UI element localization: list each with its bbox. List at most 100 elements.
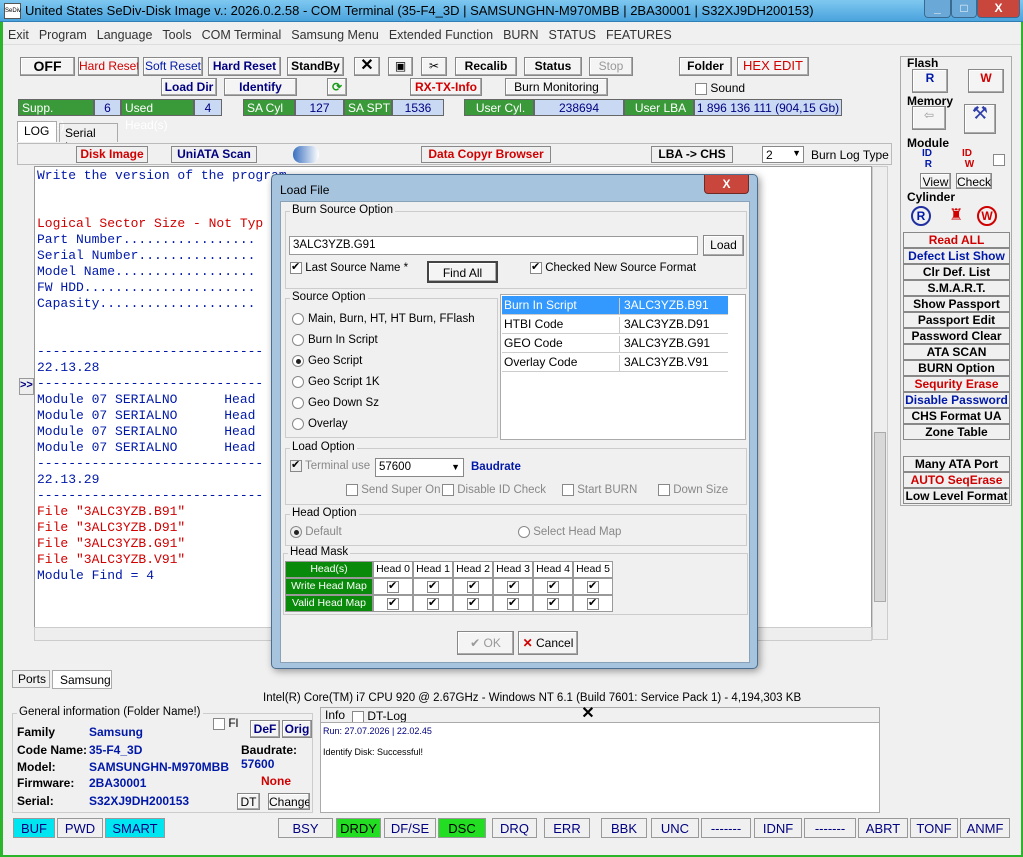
source-radio-4[interactable]: Geo Down Sz bbox=[292, 397, 379, 409]
data-copyr-browser-button[interactable]: Data Copyr Browser bbox=[421, 146, 551, 163]
disk-image-button[interactable]: Disk Image bbox=[76, 146, 148, 163]
head-map-checkbox[interactable] bbox=[427, 579, 439, 594]
head-map-checkbox[interactable] bbox=[547, 579, 559, 594]
right-button-3[interactable]: S.M.A.R.T. bbox=[903, 280, 1010, 296]
tab-ports[interactable]: Ports bbox=[12, 670, 50, 688]
uniata-scan-button[interactable]: UniATA Scan bbox=[171, 146, 257, 163]
refresh-icon[interactable]: ⟳ bbox=[327, 78, 347, 96]
dt-button[interactable]: DT bbox=[237, 793, 260, 810]
right-button2-0[interactable]: Many ATA Port bbox=[903, 456, 1010, 472]
off-button[interactable]: OFF bbox=[20, 57, 75, 76]
scrollbar-thumb[interactable] bbox=[874, 432, 886, 602]
checked-new-format-checkbox[interactable]: Checked New Source Format bbox=[530, 260, 696, 274]
menu-item-8[interactable]: STATUS bbox=[543, 25, 600, 42]
dt-log-checkbox[interactable]: DT-Log bbox=[352, 709, 407, 723]
head-map-cell[interactable] bbox=[373, 578, 413, 595]
right-button-4[interactable]: Show Passport bbox=[903, 296, 1010, 312]
menu-item-4[interactable]: COM Terminal bbox=[197, 25, 287, 42]
cylinder-read-icon[interactable]: R bbox=[911, 206, 931, 226]
source-radio-5[interactable]: Overlay bbox=[292, 418, 348, 430]
burn-monitoring-button[interactable]: Burn Monitoring bbox=[505, 78, 608, 96]
head-map-cell[interactable] bbox=[373, 595, 413, 612]
close-window-button[interactable]: X bbox=[977, 0, 1020, 18]
menu-item-2[interactable]: Language bbox=[92, 25, 158, 42]
module-write-icon[interactable]: ID W bbox=[962, 148, 974, 170]
head-map-checkbox[interactable] bbox=[387, 579, 399, 594]
hard-reset-button[interactable]: Hard Reset bbox=[208, 57, 281, 76]
right-button-5[interactable]: Passport Edit bbox=[903, 312, 1010, 328]
head-map-checkbox[interactable] bbox=[587, 596, 599, 611]
maximize-button[interactable]: □ bbox=[951, 0, 977, 18]
recalib-button[interactable]: Recalib bbox=[455, 57, 517, 76]
head-map-cell[interactable] bbox=[453, 578, 493, 595]
head-map-cell[interactable] bbox=[493, 595, 533, 612]
right-button-8[interactable]: BURN Option bbox=[903, 360, 1010, 376]
minimize-button[interactable]: _ bbox=[924, 0, 951, 18]
hard-reset-red-button[interactable]: Hard Reset bbox=[78, 57, 139, 76]
head-map-checkbox[interactable] bbox=[587, 579, 599, 594]
head-map-cell[interactable] bbox=[493, 578, 533, 595]
cylinder-erase-icon[interactable]: ♜ bbox=[949, 205, 963, 225]
menu-item-9[interactable]: FEATURES bbox=[601, 25, 677, 42]
file-list-row[interactable]: Overlay Code 3ALC3YZB.V91 bbox=[502, 353, 728, 372]
terminal-use-checkbox[interactable]: Terminal use bbox=[290, 458, 370, 472]
file-list-row[interactable]: HTBI Code 3ALC3YZB.D91 bbox=[502, 315, 728, 334]
fl-checkbox[interactable]: Fl bbox=[213, 716, 238, 730]
source-file-input[interactable]: 3ALC3YZB.G91 bbox=[289, 236, 698, 255]
save-icon[interactable]: ▣ bbox=[388, 57, 413, 76]
right-button-2[interactable]: Clr Def. List bbox=[903, 264, 1010, 280]
file-list-row[interactable]: Burn In Script 3ALC3YZB.B91 bbox=[502, 296, 728, 315]
module-view-button[interactable]: View bbox=[920, 173, 951, 189]
change-button[interactable]: Change bbox=[268, 793, 310, 810]
select-head-map-radio[interactable]: Select Head Map bbox=[518, 526, 621, 538]
module-check-button[interactable]: Check bbox=[956, 173, 992, 189]
file-list-row[interactable]: GEO Code 3ALC3YZB.G91 bbox=[502, 334, 728, 353]
source-file-list[interactable]: Burn In Script 3ALC3YZB.B91 HTBI Code 3ALC3… bbox=[500, 294, 746, 440]
close-icon[interactable]: ✕ bbox=[573, 706, 603, 722]
head-map-cell[interactable] bbox=[413, 595, 453, 612]
right-button-7[interactable]: ATA SCAN bbox=[903, 344, 1010, 360]
source-radio-0[interactable]: Main, Burn, HT, HT Burn, FFlash bbox=[292, 313, 475, 325]
standby-button[interactable]: StandBy bbox=[287, 57, 344, 76]
load-dir-button[interactable]: Load Dir bbox=[161, 78, 217, 96]
baud-select[interactable]: 57600 ▼ bbox=[375, 458, 464, 477]
tab-log[interactable]: LOG bbox=[17, 121, 57, 142]
memory-tools-icon[interactable]: ⚒ bbox=[964, 104, 996, 134]
head-map-checkbox[interactable] bbox=[467, 596, 479, 611]
right-button-11[interactable]: CHS Format UA bbox=[903, 408, 1010, 424]
find-all-button[interactable]: Find All bbox=[427, 261, 498, 283]
right-button-6[interactable]: Password Clear bbox=[903, 328, 1010, 344]
source-radio-1[interactable]: Burn In Script bbox=[292, 334, 378, 346]
memory-arrow-icon[interactable]: ⇦ bbox=[912, 106, 946, 130]
disable-id-check-checkbox[interactable]: Disable ID Check bbox=[442, 484, 546, 496]
head-map-cell[interactable] bbox=[533, 595, 573, 612]
def-button[interactable]: DeF bbox=[250, 720, 280, 738]
right-button2-2[interactable]: Low Level Format bbox=[903, 488, 1010, 504]
folder-button[interactable]: Folder bbox=[679, 57, 732, 76]
ok-button[interactable]: ✔ OK bbox=[457, 631, 514, 655]
head-map-cell[interactable] bbox=[533, 578, 573, 595]
menu-item-1[interactable]: Program bbox=[34, 25, 92, 42]
head-map-cell[interactable] bbox=[573, 595, 613, 612]
log-scrollbar[interactable] bbox=[872, 166, 888, 640]
source-radio-3[interactable]: Geo Script 1K bbox=[292, 376, 380, 388]
status-button[interactable]: Status bbox=[524, 57, 582, 76]
head-map-checkbox[interactable] bbox=[467, 579, 479, 594]
default-radio[interactable]: Default bbox=[290, 526, 342, 538]
lba-chs-button[interactable]: LBA -> CHS bbox=[651, 146, 733, 163]
flash-read-icon[interactable]: R bbox=[912, 69, 948, 93]
scan-icon[interactable] bbox=[293, 146, 319, 163]
right-button-0[interactable]: Read ALL bbox=[903, 232, 1010, 248]
cancel-x-icon[interactable]: ✕ bbox=[354, 57, 380, 76]
menu-item-6[interactable]: Extended Function bbox=[384, 25, 498, 42]
right-button-12[interactable]: Zone Table bbox=[903, 424, 1010, 440]
down-size-checkbox[interactable]: Down Size bbox=[658, 484, 728, 496]
send-super-on-checkbox[interactable]: Send Super On bbox=[346, 484, 440, 496]
start-burn-checkbox[interactable]: Start BURN bbox=[562, 484, 637, 496]
load-button[interactable]: Load bbox=[703, 235, 744, 256]
stop-button[interactable]: Stop bbox=[589, 57, 633, 76]
burn-log-select[interactable]: 2 ▼ bbox=[762, 146, 804, 163]
orig-button[interactable]: Orig bbox=[282, 720, 312, 738]
identify-button[interactable]: Identify bbox=[224, 78, 297, 96]
module-read-icon[interactable]: ID R bbox=[922, 148, 932, 170]
